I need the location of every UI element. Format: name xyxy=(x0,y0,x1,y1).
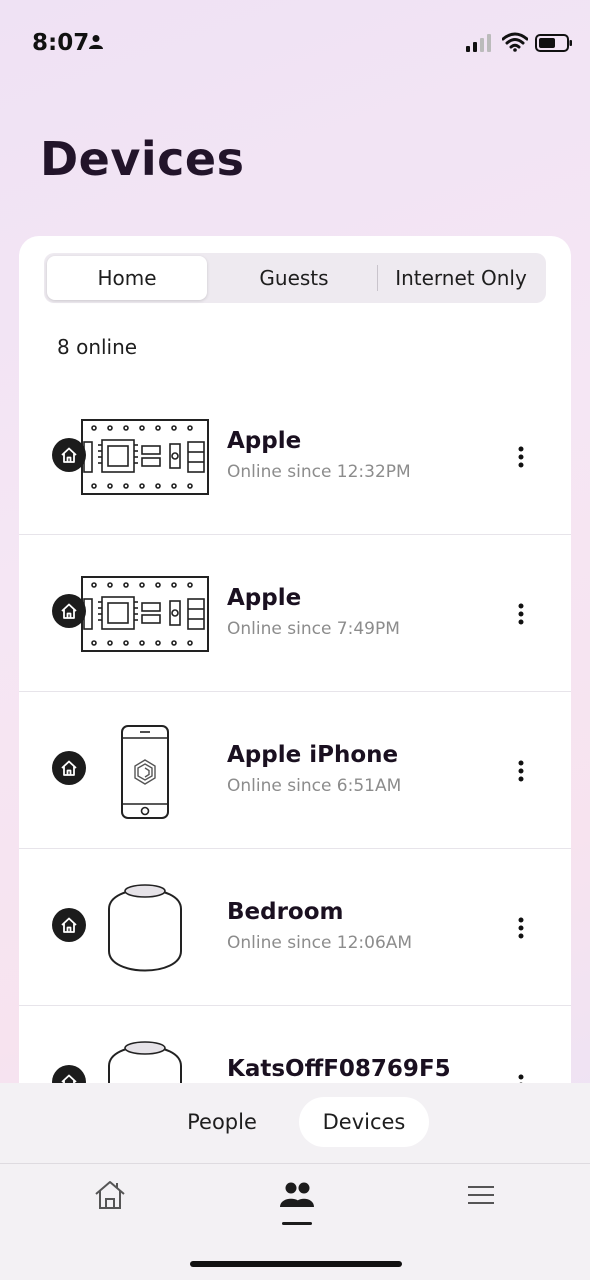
circuit-board-icon xyxy=(81,419,209,495)
device-row[interactable]: Bedroom Online since 12:06AM xyxy=(19,849,571,1006)
sub-tab-people[interactable]: People xyxy=(162,1097,282,1147)
more-options-icon[interactable] xyxy=(509,908,533,948)
homepod-icon xyxy=(108,884,182,972)
home-indicator xyxy=(190,1261,402,1267)
active-tab-indicator xyxy=(282,1222,312,1225)
signal-icon xyxy=(466,33,494,57)
device-name: Bedroom xyxy=(227,899,344,925)
person-icon xyxy=(88,34,104,54)
devices-card: Home Guests Internet Only 8 online Apple xyxy=(19,236,571,1136)
device-name: KatsOffF08769F5 xyxy=(227,1056,451,1082)
device-status: Online since 12:32PM xyxy=(227,462,411,482)
circuit-board-icon xyxy=(81,576,209,652)
home-icon[interactable] xyxy=(80,1175,140,1215)
segment-home[interactable]: Home xyxy=(47,256,207,300)
device-status: Online since 12:06AM xyxy=(227,933,413,953)
people-icon[interactable] xyxy=(267,1175,327,1215)
device-row[interactable]: Apple Online since 7:49PM xyxy=(19,535,571,692)
segment-internet-only[interactable]: Internet Only xyxy=(381,256,541,300)
more-options-icon[interactable] xyxy=(509,751,533,791)
device-name: Apple xyxy=(227,585,302,611)
status-time: 8:07 xyxy=(32,30,90,56)
home-badge-icon xyxy=(52,751,86,785)
segmented-control: Home Guests Internet Only xyxy=(44,253,546,303)
iphone-icon xyxy=(121,725,169,819)
device-name: Apple iPhone xyxy=(227,742,399,768)
menu-icon[interactable] xyxy=(451,1175,511,1215)
sub-tab-devices[interactable]: Devices xyxy=(299,1097,429,1147)
device-status: Online since 7:49PM xyxy=(227,619,400,639)
device-row[interactable]: Apple Online since 12:32PM xyxy=(19,378,571,535)
device-status: Online since 6:51AM xyxy=(227,776,402,796)
page-title: Devices xyxy=(40,132,245,186)
home-badge-icon xyxy=(52,908,86,942)
nav-divider xyxy=(0,1163,590,1164)
wifi-icon xyxy=(501,32,529,56)
segment-guests[interactable]: Guests xyxy=(214,256,374,300)
more-options-icon[interactable] xyxy=(509,594,533,634)
home-badge-icon xyxy=(52,438,86,472)
device-row[interactable]: Apple iPhone Online since 6:51AM xyxy=(19,692,571,849)
segment-divider xyxy=(377,265,378,291)
sub-tabs: People Devices xyxy=(0,1083,590,1163)
bottom-navigation: People Devices xyxy=(0,1083,590,1280)
device-name: Apple xyxy=(227,428,302,454)
online-count: 8 online xyxy=(57,335,138,359)
more-options-icon[interactable] xyxy=(509,437,533,477)
battery-icon xyxy=(535,33,573,57)
home-badge-icon xyxy=(52,594,86,628)
status-bar: 8:07 xyxy=(0,0,590,88)
